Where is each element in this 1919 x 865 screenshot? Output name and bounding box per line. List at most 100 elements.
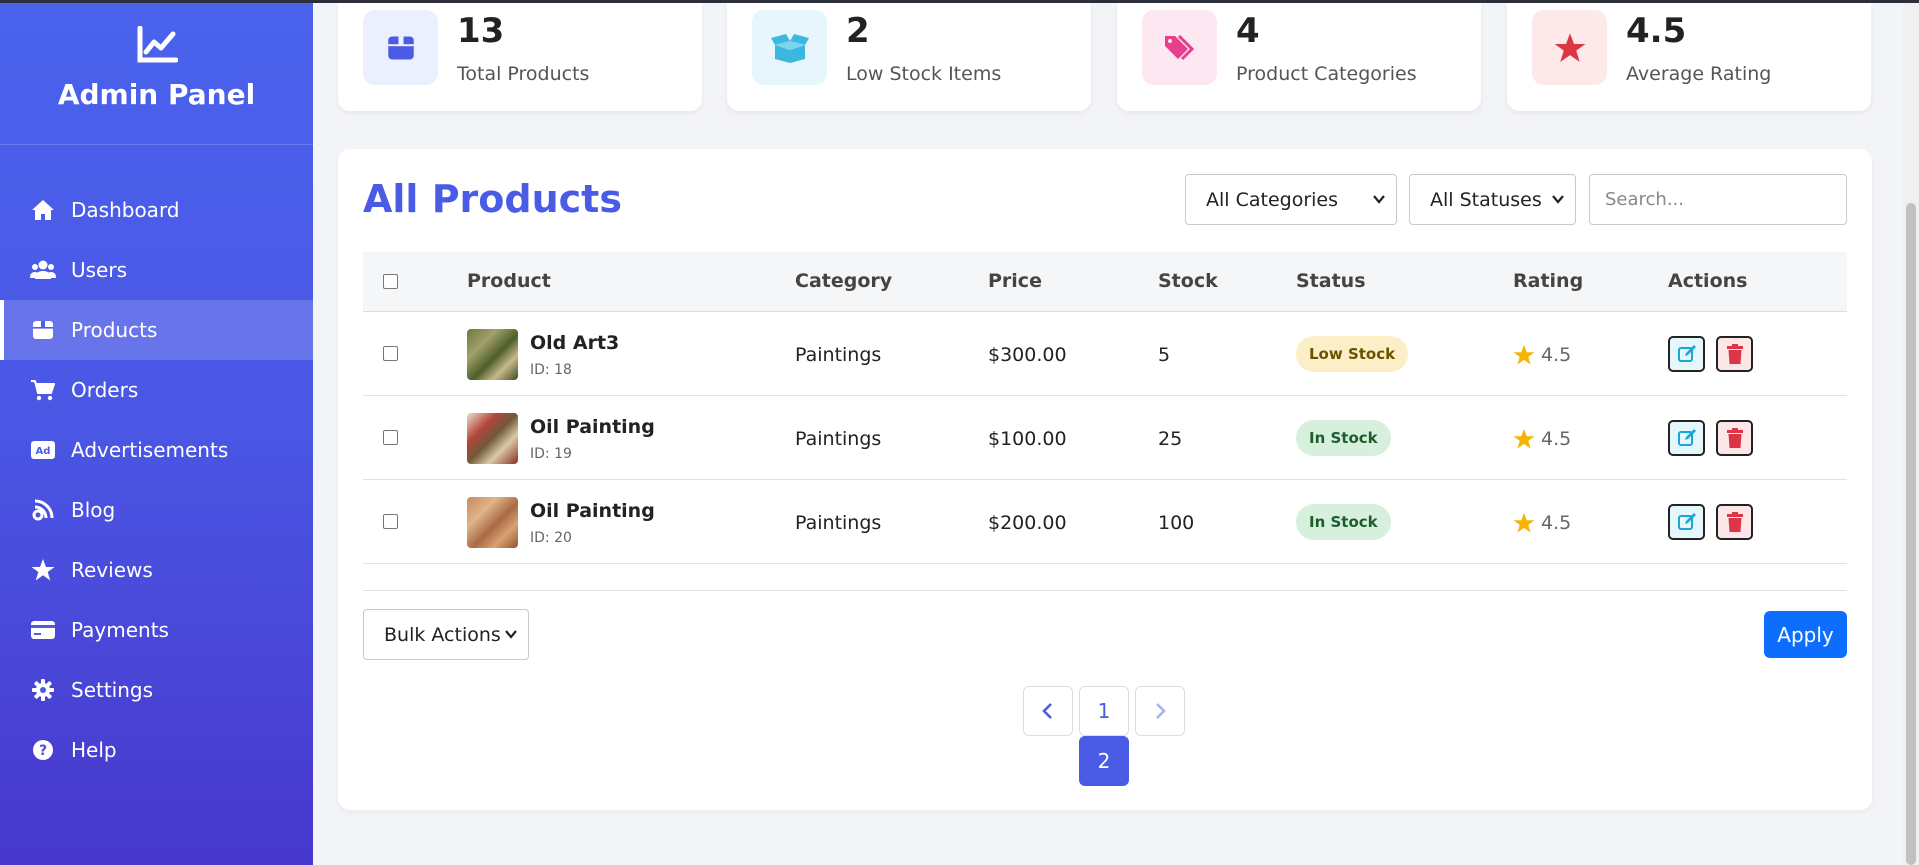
users-icon xyxy=(30,257,56,283)
pagination-page-2[interactable]: 2 xyxy=(1079,736,1129,786)
search-input[interactable] xyxy=(1589,174,1847,225)
sidebar-item-label: Orders xyxy=(71,378,139,402)
status-filter-value: All Statuses xyxy=(1430,188,1542,211)
product-thumbnail xyxy=(467,329,518,380)
sidebar-item-label: Blog xyxy=(71,498,116,522)
product-stock: 100 xyxy=(1158,512,1195,534)
pagination-page-1[interactable]: 1 xyxy=(1079,686,1129,736)
edit-button[interactable] xyxy=(1668,336,1705,372)
product-rating: 4.5 xyxy=(1513,344,1571,366)
sidebar-item-label: Help xyxy=(71,738,117,762)
stat-label: Average Rating xyxy=(1626,63,1772,85)
chevron-down-icon xyxy=(1373,195,1385,204)
sidebar-item-blog[interactable]: Blog xyxy=(0,480,313,540)
question-icon: ? xyxy=(30,737,56,763)
delete-button[interactable] xyxy=(1716,336,1753,372)
sidebar-item-advertisements[interactable]: Ad Advertisements xyxy=(0,420,313,480)
cart-icon xyxy=(30,377,56,403)
product-stock: 5 xyxy=(1158,344,1171,366)
tags-icon xyxy=(1142,10,1217,85)
row-checkbox[interactable] xyxy=(383,514,398,529)
column-header: Actions xyxy=(1668,270,1748,292)
column-header: Rating xyxy=(1513,270,1584,292)
table-row: Old Art3 ID: 18 Paintings $300.00 5 Low … xyxy=(363,312,1847,396)
star-icon xyxy=(1513,429,1535,449)
product-price: $200.00 xyxy=(988,512,1067,534)
product-thumbnail xyxy=(467,413,518,464)
sidebar-item-orders[interactable]: Orders xyxy=(0,360,313,420)
product-price: $100.00 xyxy=(988,428,1067,450)
edit-icon xyxy=(1677,513,1696,530)
scrollbar-thumb[interactable] xyxy=(1906,203,1916,865)
chevron-down-icon xyxy=(1552,195,1564,204)
sidebar-item-label: Users xyxy=(71,258,128,282)
trash-icon xyxy=(1726,344,1743,364)
sidebar-item-dashboard[interactable]: Dashboard xyxy=(0,180,313,240)
delete-button[interactable] xyxy=(1716,504,1753,540)
bulk-actions-value: Bulk Actions xyxy=(384,623,501,646)
stat-label: Product Categories xyxy=(1236,63,1417,85)
edit-button[interactable] xyxy=(1668,504,1705,540)
sidebar-item-label: Advertisements xyxy=(71,438,229,462)
ad-icon: Ad xyxy=(30,437,56,463)
star-icon xyxy=(1532,10,1607,85)
brand-title: Admin Panel xyxy=(57,78,256,111)
sidebar-item-payments[interactable]: Payments xyxy=(0,600,313,660)
product-id: ID: 19 xyxy=(530,446,572,462)
row-checkbox[interactable] xyxy=(383,430,398,445)
row-checkbox[interactable] xyxy=(383,346,398,361)
table-row: Oil Painting ID: 19 Paintings $100.00 25… xyxy=(363,396,1847,480)
star-icon xyxy=(30,557,56,583)
product-id: ID: 18 xyxy=(530,362,572,378)
column-header: Category xyxy=(795,270,893,292)
stat-value: 13 xyxy=(457,11,505,51)
star-icon xyxy=(1513,513,1535,533)
sidebar-item-label: Payments xyxy=(71,618,169,642)
delete-button[interactable] xyxy=(1716,420,1753,456)
open-box-icon xyxy=(752,10,827,85)
gear-icon xyxy=(30,677,56,703)
product-category: Paintings xyxy=(795,428,882,450)
status-filter-select[interactable]: All Statuses xyxy=(1409,174,1576,225)
rating-value: 4.5 xyxy=(1541,344,1572,366)
category-filter-select[interactable]: All Categories xyxy=(1185,174,1397,225)
sidebar: Admin Panel Dashboard Users Products Ord… xyxy=(0,0,313,865)
chevron-right-icon xyxy=(1156,703,1166,719)
brand: Admin Panel xyxy=(0,0,313,145)
chevron-left-icon xyxy=(1042,703,1052,719)
status-badge: Low Stock xyxy=(1296,336,1409,372)
pagination-prev-button[interactable] xyxy=(1023,686,1073,736)
rating-value: 4.5 xyxy=(1541,512,1572,534)
product-name: Old Art3 xyxy=(530,332,620,354)
sidebar-item-help[interactable]: ? Help xyxy=(0,720,313,780)
blog-icon xyxy=(30,497,56,523)
sidebar-item-products[interactable]: Products xyxy=(0,300,313,360)
edit-button[interactable] xyxy=(1668,420,1705,456)
apply-button[interactable]: Apply xyxy=(1764,611,1847,658)
column-header: Price xyxy=(988,270,1042,292)
star-icon xyxy=(1513,345,1535,365)
trash-icon xyxy=(1726,428,1743,448)
column-header: Status xyxy=(1296,270,1366,292)
trash-icon xyxy=(1726,512,1743,532)
edit-icon xyxy=(1677,345,1696,362)
sidebar-item-label: Products xyxy=(71,318,158,342)
product-id: ID: 20 xyxy=(530,530,572,546)
product-category: Paintings xyxy=(795,512,882,534)
sidebar-item-reviews[interactable]: Reviews xyxy=(0,540,313,600)
bulk-actions-select[interactable]: Bulk Actions xyxy=(363,609,529,660)
svg-text:Ad: Ad xyxy=(36,446,51,457)
box-icon xyxy=(30,317,56,343)
stat-label: Low Stock Items xyxy=(846,63,1002,85)
stat-label: Total Products xyxy=(457,63,590,85)
select-all-checkbox[interactable] xyxy=(383,274,398,289)
table-header: Product Category Price Stock Status Rati… xyxy=(363,252,1847,312)
product-price: $300.00 xyxy=(988,344,1067,366)
sidebar-item-settings[interactable]: Settings xyxy=(0,660,313,720)
scrollbar[interactable] xyxy=(1903,3,1919,865)
product-thumbnail xyxy=(467,497,518,548)
chart-line-icon xyxy=(137,26,178,63)
stat-card-categories: 4 Product Categories xyxy=(1117,3,1481,111)
sidebar-item-users[interactable]: Users xyxy=(0,240,313,300)
pagination-next-button[interactable] xyxy=(1135,686,1185,736)
